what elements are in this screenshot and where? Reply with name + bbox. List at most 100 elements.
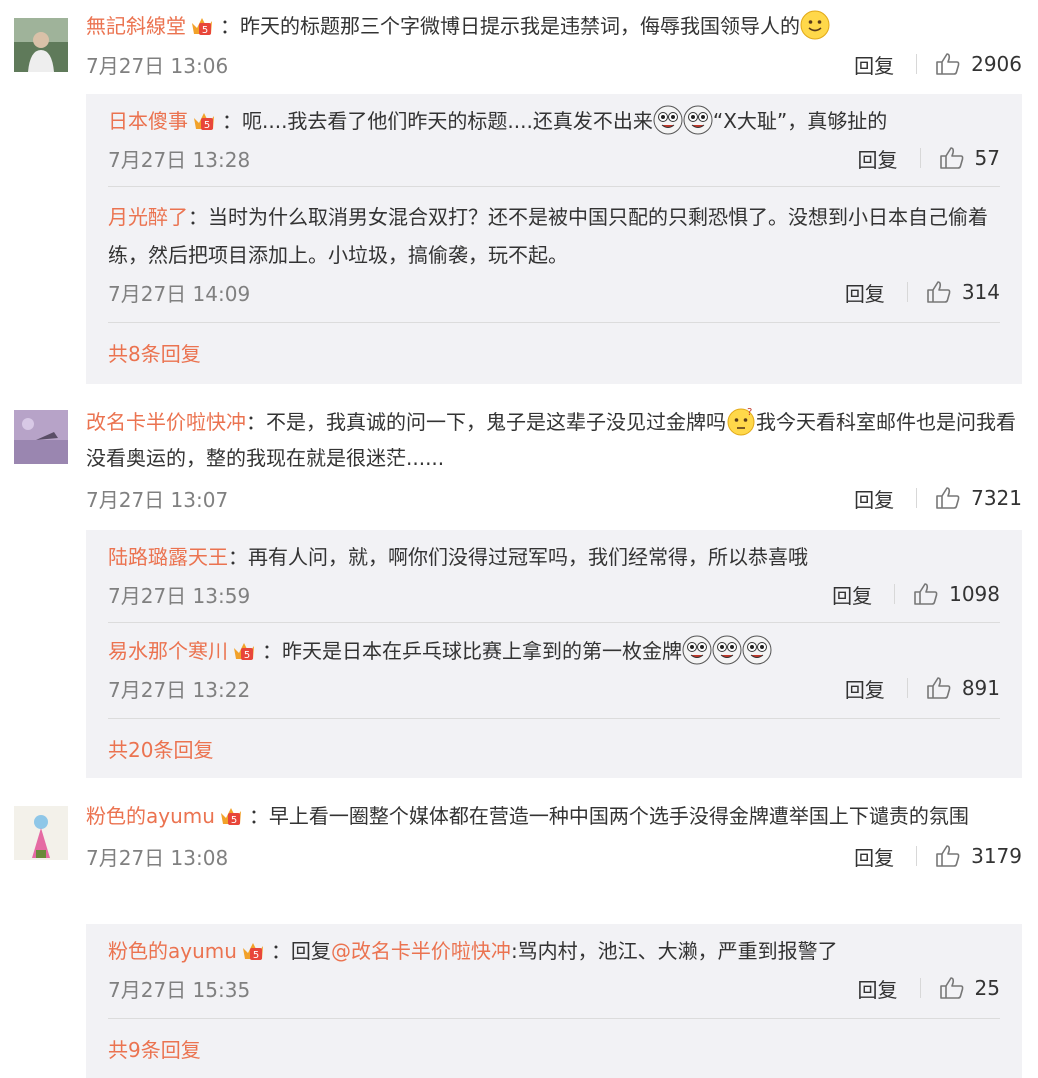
reply-button[interactable]: 回复 bbox=[832, 580, 872, 609]
reply-content-continued: :骂内村，池江、大濑，严重到报警了 bbox=[510, 939, 838, 963]
like-count: 1098 bbox=[949, 582, 1000, 606]
comment-item: 改名卡半价啦快冲：不是，我真诚的问一下，鬼子是这辈子没见过金牌吗? 我今天看科室邮… bbox=[0, 390, 1038, 786]
comment-feed: 無記斜線堂 5 ：昨天的标题那三个字微博日提示我是违禁词，侮辱我国领导人的 7月27… bbox=[0, 0, 1038, 1078]
like-button[interactable]: 25 bbox=[939, 976, 1000, 1000]
reply-time: 7月27日 13:22 bbox=[108, 677, 251, 702]
comment-time: 7月27日 13:08 bbox=[86, 845, 229, 870]
reply-content: ：回复 bbox=[270, 939, 331, 963]
like-button[interactable]: 3179 bbox=[935, 844, 1022, 868]
reply-username[interactable]: 陆路璐露天王 bbox=[108, 545, 228, 569]
reply-meta: 7月27日 15:35 回复 25 bbox=[108, 970, 1000, 1006]
reply-meta: 7月27日 14:09 回复 314 bbox=[108, 274, 1000, 310]
reply-username[interactable]: 易水那个寒川 bbox=[108, 639, 228, 663]
svg-text:5: 5 bbox=[244, 650, 250, 661]
comment-meta: 7月27日 13:07 回复 7321 bbox=[86, 480, 1022, 516]
reply-panel: 日本傻事 5 ：呃....我去看了他们昨天的标题....还真发不出来 “X大耻”，真够… bbox=[86, 94, 1022, 384]
reply-content: ：呃....我去看了他们昨天的标题....还真发不出来 bbox=[222, 109, 653, 133]
thumbs-up-icon bbox=[936, 53, 960, 75]
thumbs-up-icon bbox=[939, 147, 963, 169]
like-count: 25 bbox=[974, 976, 1000, 1000]
svg-text:5: 5 bbox=[231, 815, 237, 826]
vip-crown-icon: 5 bbox=[190, 12, 218, 36]
divider bbox=[916, 846, 918, 866]
reply-button[interactable]: 回复 bbox=[858, 974, 898, 1003]
reply-button[interactable]: 回复 bbox=[854, 842, 894, 871]
divider bbox=[919, 148, 921, 168]
reply-button[interactable]: 回复 bbox=[854, 50, 894, 79]
crazy-face-emoji-icon bbox=[742, 635, 772, 665]
reply-divider bbox=[108, 186, 1000, 187]
comment-username[interactable]: 粉色的ayumu bbox=[86, 804, 215, 828]
like-count: 2906 bbox=[971, 52, 1022, 76]
crazy-face-emoji-icon bbox=[653, 105, 683, 135]
comment-text: 無記斜線堂 5 ：昨天的标题那三个字微博日提示我是违禁词，侮辱我国领导人的 bbox=[86, 8, 1022, 44]
reply-username[interactable]: 月光醉了 bbox=[108, 205, 188, 229]
view-all-replies-link[interactable]: 共8条回复 bbox=[108, 338, 201, 367]
comment-text: 粉色的ayumu 5 ：早上看一圈整个媒体都在营造一种中国两个选手没得金牌遭举国上下… bbox=[86, 798, 1022, 834]
reply-button[interactable]: 回复 bbox=[854, 484, 894, 513]
vip-crown-icon: 5 bbox=[241, 936, 269, 961]
reply-button[interactable]: 回复 bbox=[845, 674, 885, 703]
reply-item: 月光醉了：当时为什么取消男女混合双打？还不是被中国只配的只剩恐惧了。没想到小日本… bbox=[108, 198, 1000, 310]
reply-username[interactable]: 日本傻事 bbox=[108, 109, 188, 133]
avatar[interactable] bbox=[14, 806, 68, 860]
like-button[interactable]: 314 bbox=[926, 280, 1000, 304]
user-mention-link[interactable]: @改名卡半价啦快冲 bbox=[331, 939, 511, 963]
thumbs-up-icon bbox=[939, 977, 963, 999]
reply-button[interactable]: 回复 bbox=[845, 278, 885, 307]
comment-content: ：昨天的标题那三个字微博日提示我是违禁词，侮辱我国领导人的 bbox=[220, 14, 800, 38]
reply-divider bbox=[108, 622, 1000, 623]
crazy-face-emoji-icon bbox=[682, 635, 712, 665]
crazy-face-emoji-icon bbox=[683, 105, 713, 135]
comment-time: 7月27日 13:06 bbox=[86, 53, 229, 78]
reply-panel: 陆路璐露天王：再有人问，就，啊你们没得过冠军吗，我们经常得，所以恭喜哦 7月27… bbox=[86, 530, 1022, 778]
reply-content: ：昨天是日本在乒乓球比赛上拿到的第一枚金牌 bbox=[262, 639, 682, 663]
reply-content: ：再有人问，就，啊你们没得过冠军吗，我们经常得，所以恭喜哦 bbox=[228, 545, 808, 569]
comment-text: 改名卡半价啦快冲：不是，我真诚的问一下，鬼子是这辈子没见过金牌吗? 我今天看科室邮… bbox=[86, 404, 1022, 476]
divider bbox=[919, 978, 921, 998]
like-button[interactable]: 57 bbox=[939, 146, 1000, 170]
thumbs-up-icon bbox=[936, 487, 960, 509]
reply-time: 7月27日 13:28 bbox=[108, 147, 251, 172]
reply-time: 7月27日 15:35 bbox=[108, 977, 251, 1002]
thumbs-up-icon bbox=[927, 677, 951, 699]
reply-panel: 粉色的ayumu 5 ：回复@改名卡半价啦快冲:骂内村，池江、大濑，严重到报警了 7… bbox=[86, 924, 1022, 1078]
divider bbox=[906, 678, 908, 698]
avatar[interactable] bbox=[14, 410, 68, 464]
like-count: 891 bbox=[961, 676, 1000, 700]
vip-crown-icon: 5 bbox=[232, 636, 260, 661]
reply-meta: 7月27日 13:28 回复 57 bbox=[108, 140, 1000, 176]
reply-meta: 7月27日 13:22 回复 891 bbox=[108, 670, 1000, 706]
like-button[interactable]: 2906 bbox=[935, 52, 1022, 76]
like-button[interactable]: 1098 bbox=[913, 582, 1000, 606]
reply-meta: 7月27日 13:59 回复 1098 bbox=[108, 576, 1000, 612]
avatar[interactable] bbox=[14, 18, 68, 72]
view-all-replies-link[interactable]: 共20条回复 bbox=[108, 734, 213, 763]
thumbs-up-icon bbox=[914, 583, 938, 605]
reply-item: 日本傻事 5 ：呃....我去看了他们昨天的标题....还真发不出来 “X大耻”，真够… bbox=[108, 102, 1000, 176]
like-count: 7321 bbox=[971, 486, 1022, 510]
like-count: 57 bbox=[974, 146, 1000, 170]
like-button[interactable]: 7321 bbox=[935, 486, 1022, 510]
reply-username[interactable]: 粉色的ayumu bbox=[108, 939, 237, 963]
comment-username[interactable]: 改名卡半价啦快冲 bbox=[86, 410, 246, 434]
reply-time: 7月27日 13:59 bbox=[108, 583, 251, 608]
vip-crown-icon: 5 bbox=[219, 802, 247, 826]
divider bbox=[916, 488, 918, 508]
reply-time: 7月27日 14:09 bbox=[108, 281, 251, 306]
divider bbox=[906, 282, 908, 302]
reply-divider bbox=[108, 718, 1000, 719]
comment-meta: 7月27日 13:06 回复 2906 bbox=[86, 46, 1022, 82]
comment-item: 無記斜線堂 5 ：昨天的标题那三个字微博日提示我是违禁词，侮辱我国领导人的 7月27… bbox=[0, 0, 1038, 390]
like-button[interactable]: 891 bbox=[926, 676, 1000, 700]
reply-divider bbox=[108, 322, 1000, 323]
svg-text:5: 5 bbox=[253, 950, 259, 961]
svg-text:5: 5 bbox=[204, 120, 210, 131]
comment-item: 粉色的ayumu 5 ：早上看一圈整个媒体都在营造一种中国两个选手没得金牌遭举国上下… bbox=[0, 786, 1038, 1078]
comment-username[interactable]: 無記斜線堂 bbox=[86, 14, 186, 38]
reply-item: 陆路璐露天王：再有人问，就，啊你们没得过冠军吗，我们经常得，所以恭喜哦 7月27… bbox=[108, 538, 1000, 612]
view-all-replies-link[interactable]: 共9条回复 bbox=[108, 1034, 201, 1063]
comment-content: ：早上看一圈整个媒体都在营造一种中国两个选手没得金牌遭举国上下谴责的氛围 bbox=[248, 804, 969, 828]
reply-button[interactable]: 回复 bbox=[858, 144, 898, 173]
smile-emoji-icon bbox=[800, 10, 830, 40]
